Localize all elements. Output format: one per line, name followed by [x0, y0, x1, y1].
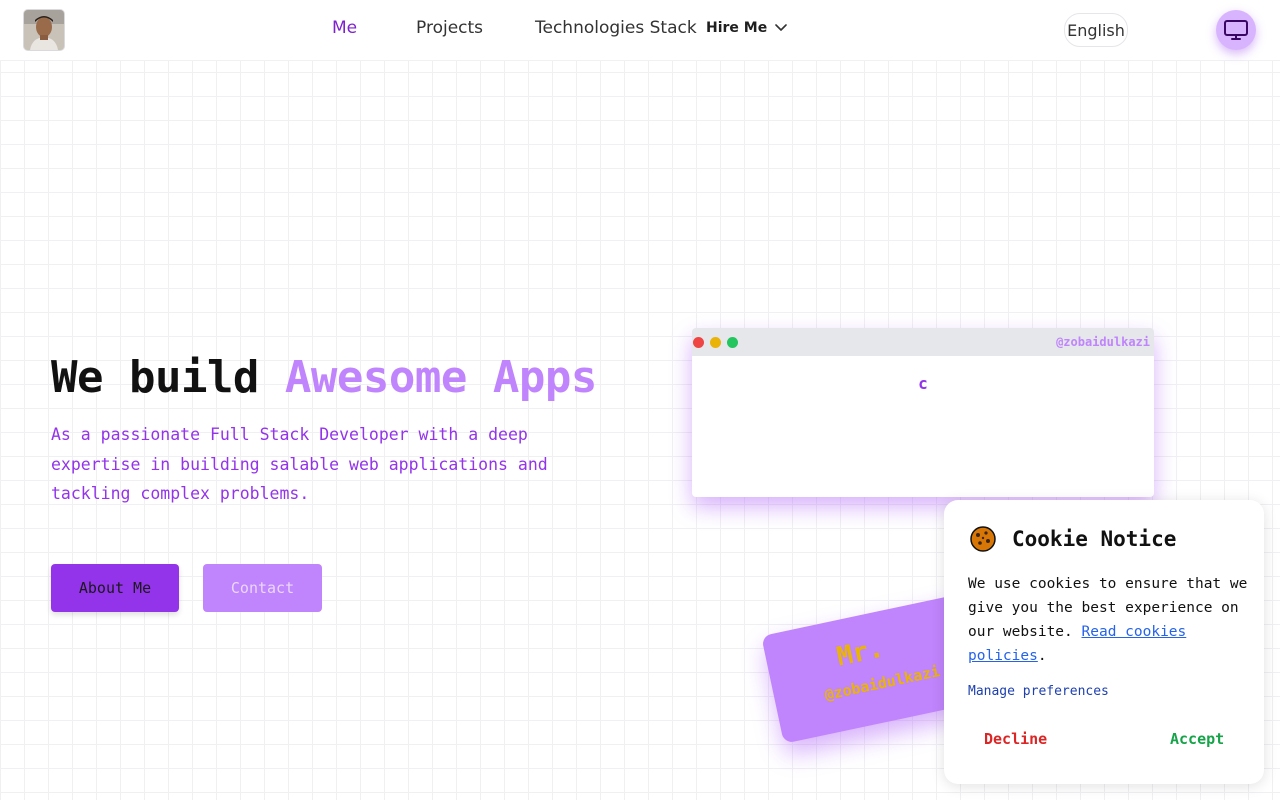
language-selector[interactable]: English	[1064, 13, 1128, 47]
avatar[interactable]	[24, 10, 64, 50]
close-dot-icon	[693, 337, 704, 348]
hero-title-accent: Awesome Apps	[284, 352, 597, 403]
profile-photo-icon	[24, 10, 64, 50]
hire-me-label: Hire Me	[706, 20, 768, 36]
nav-item-projects[interactable]: Projects	[416, 18, 483, 38]
contact-button[interactable]: Contact	[203, 564, 322, 612]
cookie-icon	[970, 526, 996, 556]
minimize-dot-icon	[710, 337, 721, 348]
card-title: Mr.	[834, 633, 887, 673]
manage-preferences-link[interactable]: Manage preferences	[968, 684, 1109, 699]
cookie-notice: Cookie Notice We use cookies to ensure t…	[944, 500, 1264, 784]
nav-item-me[interactable]: Me	[332, 18, 357, 38]
cookie-text: We use cookies to ensure that we give yo…	[968, 572, 1248, 668]
chevron-down-icon	[775, 24, 788, 31]
monitor-icon	[1224, 20, 1248, 40]
typed-text: c	[918, 374, 928, 393]
window-titlebar: @zobaidulkazi	[692, 328, 1154, 356]
theme-toggle-button[interactable]	[1216, 10, 1256, 50]
hero-description: As a passionate Full Stack Developer wit…	[51, 425, 548, 503]
about-me-button[interactable]: About Me	[51, 564, 179, 612]
maximize-dot-icon	[727, 337, 738, 348]
hero-title: We build Awesome Apps	[51, 352, 597, 403]
window-handle: @zobaidulkazi	[1056, 335, 1150, 349]
code-window: @zobaidulkazi c	[692, 328, 1154, 497]
nav-item-technologies-stack[interactable]: Technologies Stack	[535, 18, 697, 38]
top-navbar: Me Projects Technologies Stack Hire Me E…	[0, 0, 1280, 61]
cookie-link-suffix: .	[1037, 648, 1047, 664]
cookie-title: Cookie Notice	[1012, 527, 1177, 551]
accept-button[interactable]: Accept	[1170, 730, 1224, 748]
decline-button[interactable]: Decline	[984, 730, 1047, 748]
hero-title-plain: We build	[51, 352, 285, 403]
hire-me-dropdown[interactable]: Hire Me	[706, 20, 788, 36]
